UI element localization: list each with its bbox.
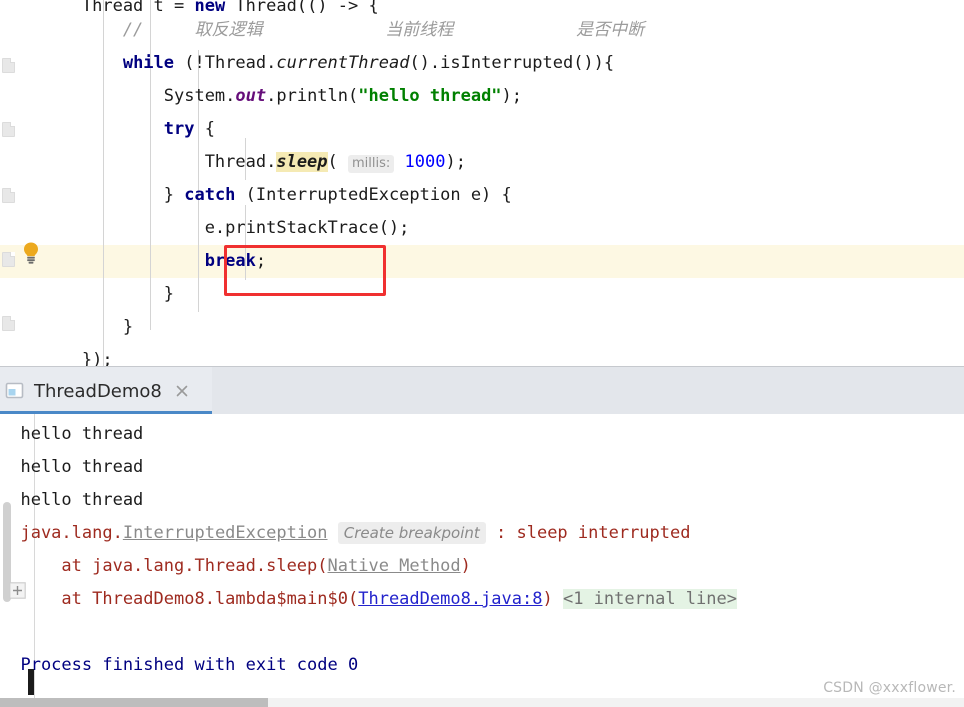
code-token: "hello thread" [358, 86, 502, 106]
console-token: at ThreadDemo8.lambda$main$0( [0, 589, 359, 609]
text-caret [28, 669, 34, 695]
line-comment: // 取反逻辑 当前线程 是否中断 [0, 14, 964, 47]
code-token: } [0, 284, 174, 304]
line-while: while (!Thread.currentThread().isInterru… [0, 47, 964, 80]
console-token: ) [460, 556, 471, 576]
console-token: hello thread [0, 490, 144, 510]
console-token: java.lang. [0, 523, 123, 543]
console-token: : sleep interrupted [485, 523, 691, 543]
line-try: try { [0, 113, 964, 146]
code-token: } [0, 317, 134, 337]
code-editor[interactable]: Thread t = new Thread(() -> { // 取反逻辑 当前… [0, 0, 964, 366]
console-line-hello-3: hello thread [0, 484, 143, 517]
console-token[interactable]: InterruptedException [123, 523, 328, 543]
console-token: hello thread [0, 457, 144, 477]
console-token: <1 internal line> [562, 589, 737, 609]
horizontal-scrollbar[interactable] [0, 698, 964, 707]
console-line-stack-2: at ThreadDemo8.lambda$main$0(ThreadDemo8… [0, 583, 737, 616]
code-token: .println( [266, 86, 359, 106]
console-line-hello-1: hello thread [0, 418, 143, 451]
code-token: try [163, 119, 195, 139]
code-token: while [122, 53, 175, 73]
console-line-hello-2: hello thread [0, 451, 143, 484]
console-token [553, 589, 563, 609]
code-token: millis: [348, 155, 395, 173]
code-token: ); [445, 152, 466, 172]
code-token: ); [501, 86, 523, 106]
code-token: { [194, 119, 215, 139]
code-token: 是否中断 [576, 20, 645, 40]
code-token: e.printStackTrace(); [0, 218, 410, 238]
code-token: 当前线程 [385, 20, 454, 40]
close-icon[interactable] [174, 383, 190, 399]
console-token [328, 523, 338, 543]
code-token: (!Thread. [174, 53, 277, 73]
run-configuration-icon [4, 380, 26, 402]
line-close-lambda: }); [0, 344, 964, 366]
tab-threaddemo8[interactable]: ThreadDemo8 [0, 367, 212, 415]
console-token[interactable]: ThreadDemo8.java:8 [358, 589, 542, 609]
code-token: (InterruptedException e) { [235, 185, 512, 205]
code-token: sleep [276, 152, 328, 172]
line-catch: } catch (InterruptedException e) { [0, 179, 964, 212]
code-token: }); [0, 350, 113, 366]
code-text[interactable]: Thread t = new Thread(() -> { // 取反逻辑 当前… [0, 0, 964, 366]
console-text[interactable]: hello thread hello thread hello thread j… [0, 414, 964, 707]
tab-label: ThreadDemo8 [34, 380, 162, 402]
line-println: System.out.println("hello thread"); [0, 80, 964, 113]
console-token[interactable]: Create breakpoint [337, 522, 486, 544]
red-highlight-rectangle [224, 245, 386, 296]
code-token: Thread. [0, 152, 277, 172]
code-token: 1000 [404, 152, 446, 172]
console-tab-bar[interactable]: ThreadDemo8 [0, 366, 964, 415]
code-token: } [0, 185, 185, 205]
code-token: out [235, 86, 267, 106]
code-token: catch [184, 185, 236, 205]
code-token: System. [0, 86, 236, 106]
console-token: at java.lang.Thread.sleep( [0, 556, 328, 576]
line-close-while: } [0, 311, 964, 344]
line-printstacktrace: e.printStackTrace(); [0, 212, 964, 245]
watermark: CSDN @xxxflower. [823, 680, 956, 696]
horizontal-scrollbar-thumb[interactable] [0, 698, 268, 707]
console-line-exception: java.lang.InterruptedException Create br… [0, 517, 690, 550]
line-break: break; [0, 245, 964, 278]
console-line-stack-1: at java.lang.Thread.sleep(Native Method) [0, 550, 471, 583]
line-sleep: Thread.sleep( millis: 1000); [0, 146, 964, 180]
code-token: ( [327, 152, 349, 172]
code-token: ().isInterrupted()){ [409, 53, 615, 73]
code-token: currentThread [276, 53, 410, 73]
code-token: 取反逻辑 [194, 20, 263, 40]
code-token: // [0, 20, 195, 40]
console-token: Process finished with exit code 0 [0, 655, 359, 675]
line-close-try: } [0, 278, 964, 311]
console-token: hello thread [0, 424, 144, 444]
console-token: ) [542, 589, 553, 609]
console-token[interactable]: Native Method [328, 556, 461, 576]
run-console-panel[interactable]: ThreadDemo8 hello thread hello thread he… [0, 366, 964, 707]
console-output-area[interactable]: hello thread hello thread hello thread j… [0, 414, 964, 707]
console-line-exit: Process finished with exit code 0 [0, 649, 358, 682]
